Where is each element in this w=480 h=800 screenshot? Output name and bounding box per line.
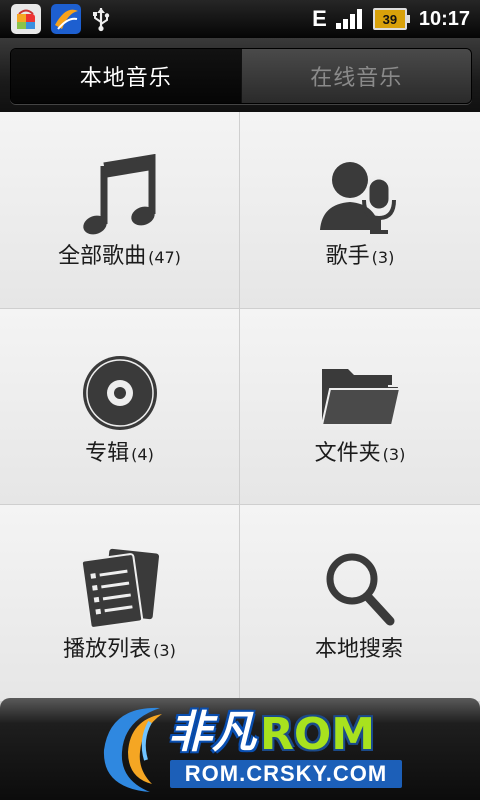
tab-local-music[interactable]: 本地音乐 bbox=[11, 49, 241, 103]
tab-bar: 本地音乐 在线音乐 bbox=[0, 38, 480, 112]
tile-label: 全部歌曲 (47) bbox=[58, 244, 181, 269]
category-grid: 全部歌曲 (47) 歌手 (3) 专辑 (4) 文件夹 (3) 播放列表 (3)… bbox=[0, 112, 480, 712]
watermark-url: ROM.CRSKY.COM bbox=[170, 760, 402, 788]
folder-icon bbox=[320, 369, 402, 426]
music-note-icon bbox=[82, 154, 155, 235]
tile-label: 歌手 (3) bbox=[325, 244, 395, 269]
tile-local-search[interactable]: 本地搜索 bbox=[240, 505, 480, 701]
tile-label: 文件夹 (3) bbox=[314, 441, 406, 466]
clock: 10:17 bbox=[418, 7, 470, 30]
album-disc-icon bbox=[82, 356, 157, 430]
tile-singers[interactable]: 歌手 (3) bbox=[240, 112, 480, 308]
watermark-title: 非凡 ROM bbox=[168, 707, 376, 760]
tile-playlists[interactable]: 播放列表 (3) bbox=[0, 505, 239, 701]
singer-microphone-icon bbox=[320, 162, 396, 234]
app-weather-icon[interactable] bbox=[50, 3, 82, 35]
tile-label: 本地搜索 bbox=[314, 637, 403, 662]
tab-online-music[interactable]: 在线音乐 bbox=[240, 49, 471, 103]
tile-label: 播放列表 (3) bbox=[63, 637, 176, 662]
tile-all-songs[interactable]: 全部歌曲 (47) bbox=[0, 112, 239, 308]
app-market-icon[interactable] bbox=[10, 3, 42, 35]
network-type-label: E bbox=[312, 6, 327, 31]
search-icon bbox=[326, 553, 395, 626]
playlist-icon bbox=[80, 548, 159, 629]
tile-folders[interactable]: 文件夹 (3) bbox=[240, 309, 480, 504]
tile-label: 专辑 (4) bbox=[85, 441, 154, 466]
battery-level: 39 bbox=[382, 11, 398, 27]
status-bar: E 39 10:17 bbox=[0, 0, 480, 38]
usb-icon bbox=[93, 8, 110, 32]
signal-strength-icon bbox=[335, 9, 362, 29]
watermark-logo-icon bbox=[103, 707, 162, 792]
battery-icon: 39 bbox=[372, 8, 410, 30]
tile-albums[interactable]: 专辑 (4) bbox=[0, 309, 239, 504]
